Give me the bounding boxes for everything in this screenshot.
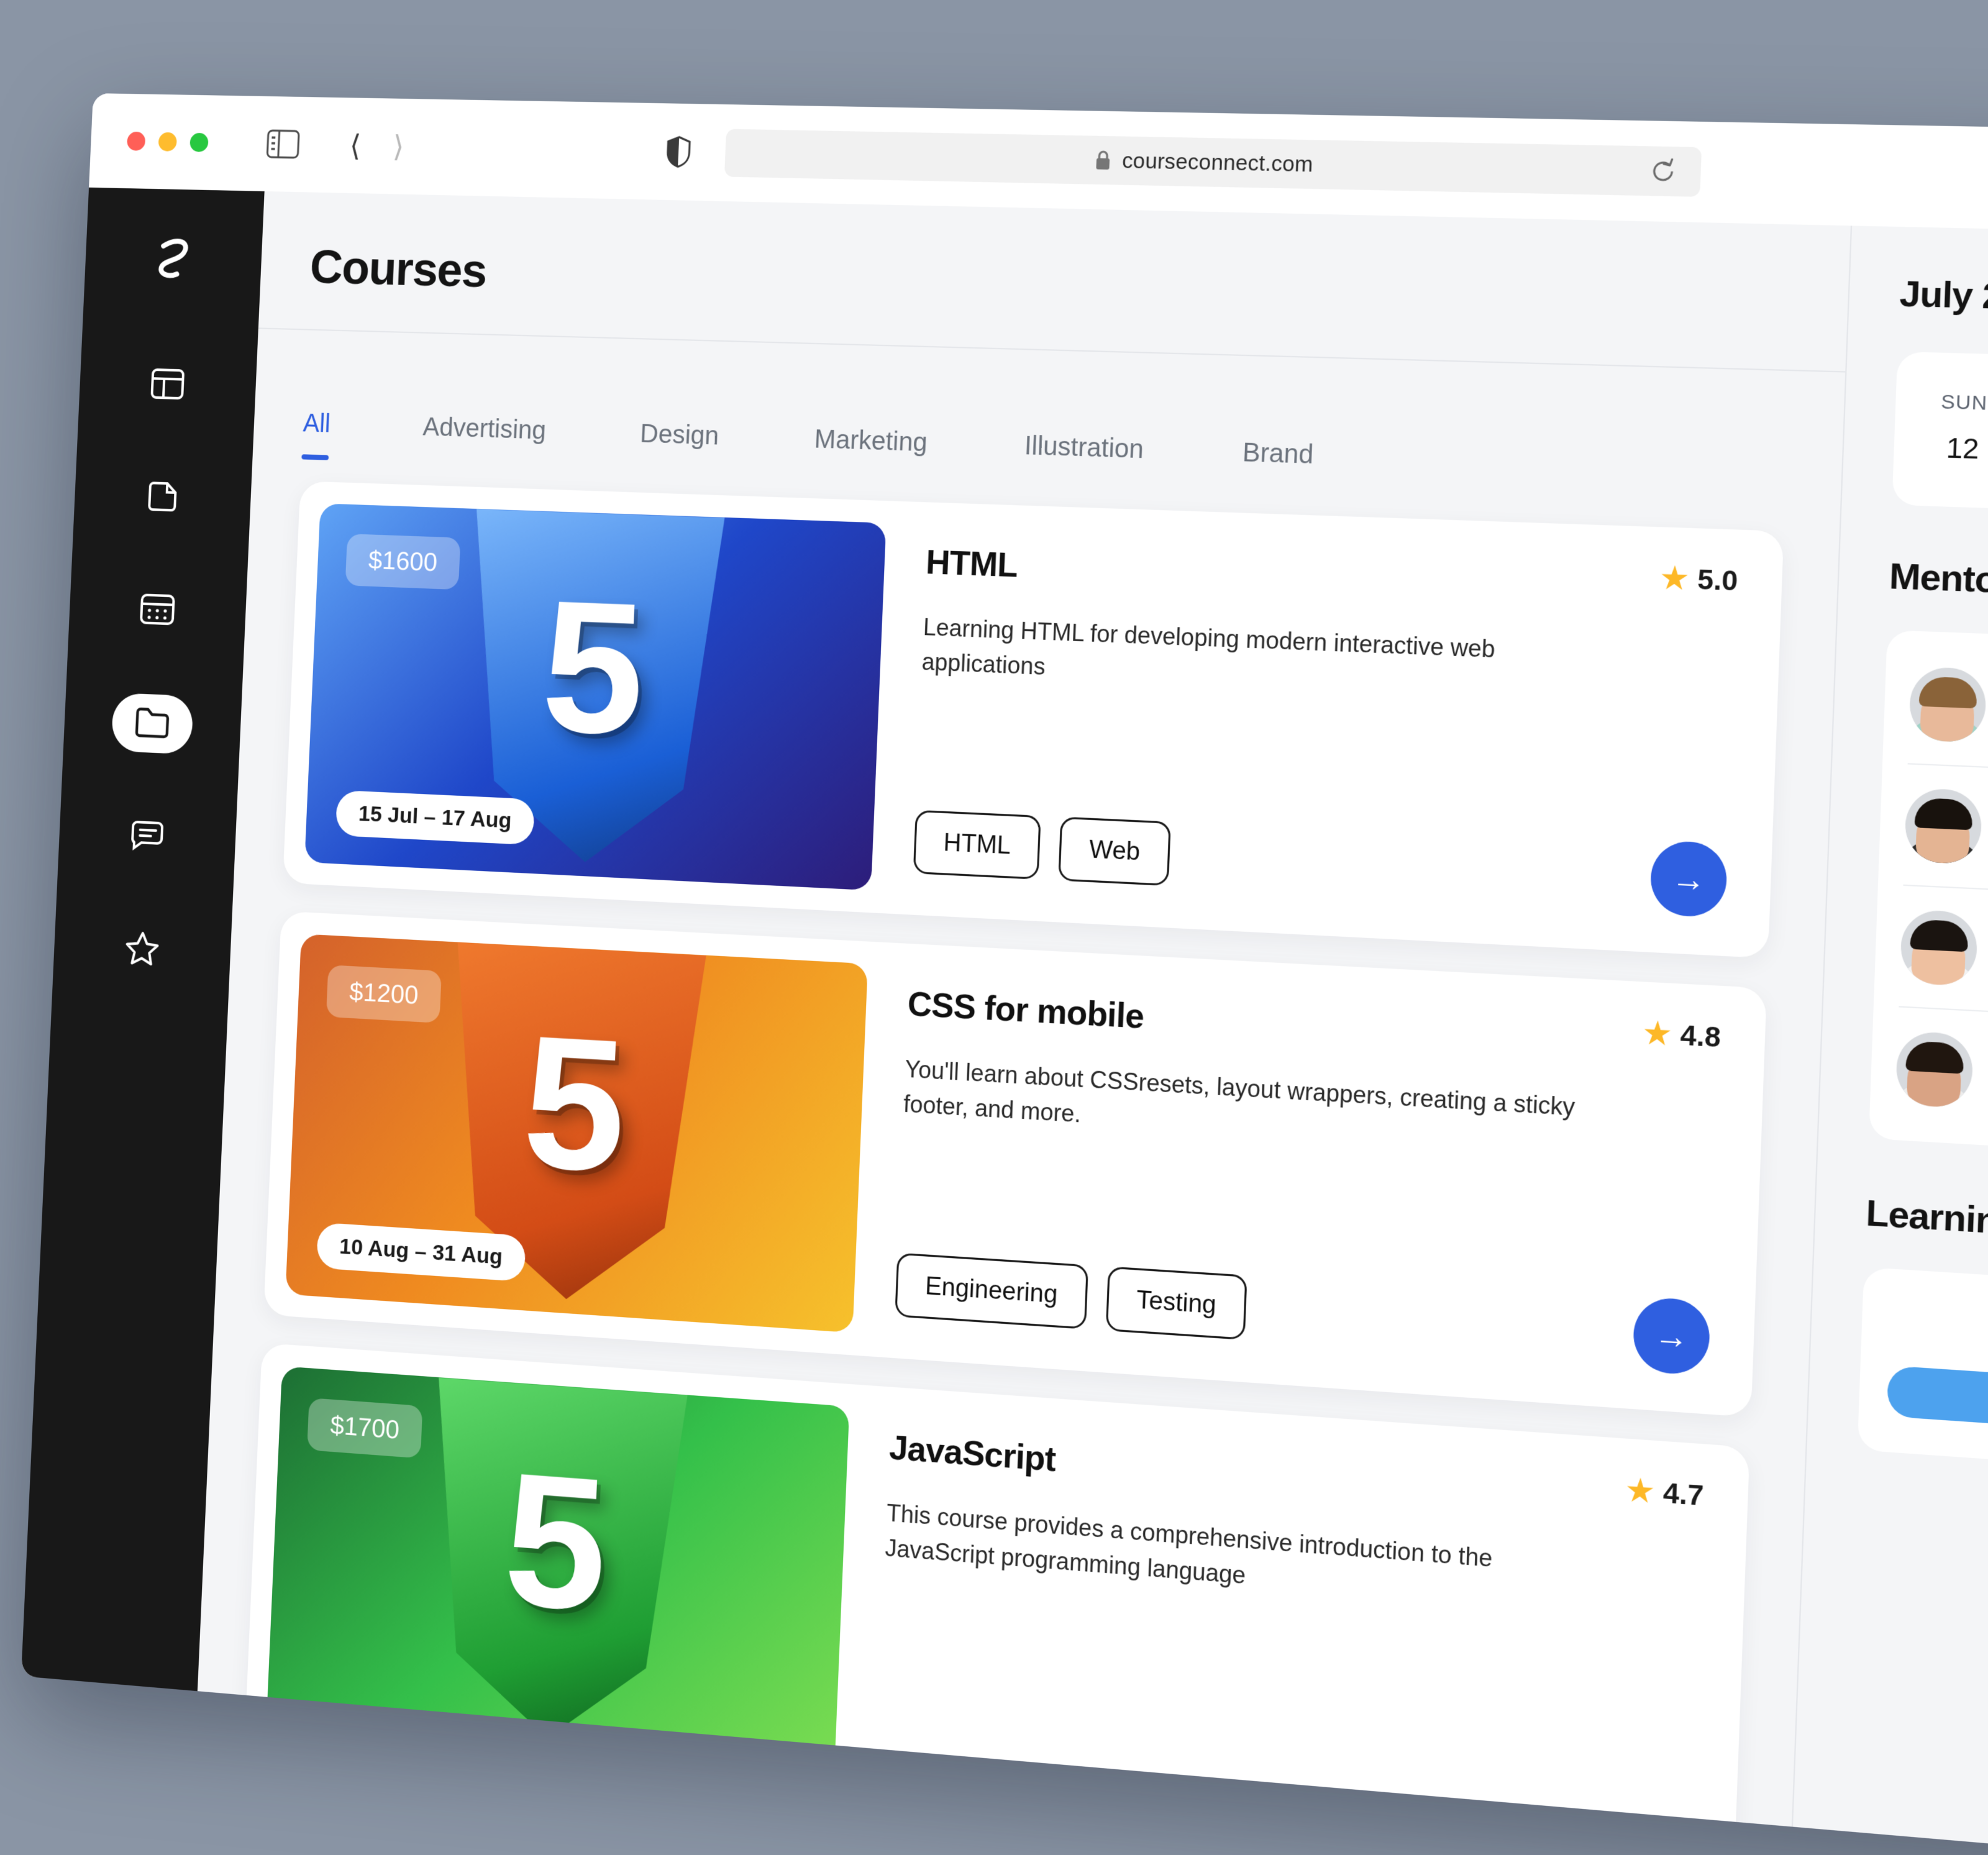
chat-bubble-icon xyxy=(129,818,165,855)
date-badge: 15 Jul – 17 Aug xyxy=(335,790,536,845)
learning-path-title: Learning P xyxy=(1865,1192,1988,1259)
rating: ★ 4.8 xyxy=(1643,1017,1721,1054)
tab-design[interactable]: Design xyxy=(639,419,719,473)
mentor-item[interactable]: Jo UI/ xyxy=(1908,643,1988,785)
traffic-lights xyxy=(127,132,209,152)
calendar-day-number: 12 xyxy=(1917,431,1988,467)
course-thumbnail: 5 $1700 xyxy=(266,1366,849,1777)
course-card[interactable]: 5 $1600 15 Jul – 17 Aug ★ 5.0 HTML Learn… xyxy=(283,481,1784,958)
course-info: ★ 4.7 JavaScript This course provides a … xyxy=(864,1408,1726,1826)
learning-path-item-name: Python De xyxy=(1890,1305,1988,1367)
minimize-window-button[interactable] xyxy=(158,132,177,152)
course-description: Learning HTML for developing modern inte… xyxy=(921,609,1602,707)
tab-advertising[interactable]: Advertising xyxy=(421,412,547,467)
course-footer: Engineering Testing → xyxy=(895,1249,1711,1376)
course-card[interactable]: 5 $1700 ★ 4.7 JavaScript This course pro… xyxy=(244,1343,1749,1827)
tab-all[interactable]: All xyxy=(301,409,331,460)
arrow-right-icon: → xyxy=(1654,1315,1690,1357)
calendar-day[interactable]: SUN 12 xyxy=(1917,380,1988,481)
folder-icon xyxy=(134,705,171,742)
course-info: ★ 4.8 CSS for mobile You'll learn about … xyxy=(882,965,1743,1392)
rating-value: 4.8 xyxy=(1680,1019,1721,1054)
avatar xyxy=(1900,909,1978,987)
screen: ⟨ ⟩ courseconnect.com xyxy=(0,0,1988,1491)
course-list: 5 $1600 15 Jul – 17 Aug ★ 5.0 HTML Learn… xyxy=(198,458,1840,1827)
sidebar-item-courses[interactable] xyxy=(111,693,194,755)
calendar-day-name: SUN xyxy=(1919,390,1988,416)
sidebar-item-favorites[interactable] xyxy=(101,918,183,981)
calendar-title: July 2024 xyxy=(1899,273,1988,324)
address-bar[interactable]: courseconnect.com xyxy=(724,129,1702,197)
open-course-button[interactable]: → xyxy=(1632,1296,1711,1375)
mentor-item[interactable]: Ev M xyxy=(1894,1008,1988,1156)
arrow-right-icon: → xyxy=(1671,859,1707,900)
layout-dashboard-icon xyxy=(150,367,185,403)
tab-marketing[interactable]: Marketing xyxy=(813,425,928,480)
course-card[interactable]: 5 $1200 10 Aug – 31 Aug ★ 4.8 CSS for mo… xyxy=(263,911,1767,1417)
avatar xyxy=(1908,667,1987,744)
course-footer: HTML Web → xyxy=(913,806,1728,918)
course-description: This course provides a comprehensive int… xyxy=(885,1495,1567,1618)
browser-window: ⟨ ⟩ courseconnect.com xyxy=(21,93,1988,1855)
rating: ★ 5.0 xyxy=(1660,562,1738,598)
sidebar-item-dashboard[interactable] xyxy=(126,355,209,416)
navigation-arrows: ⟨ ⟩ xyxy=(349,131,404,162)
course-glyph: 5 xyxy=(538,558,649,778)
close-window-button[interactable] xyxy=(127,132,146,151)
course-tag[interactable]: Engineering xyxy=(895,1253,1088,1330)
sidebar-item-messages[interactable] xyxy=(106,805,188,867)
reload-icon[interactable] xyxy=(1648,157,1678,186)
document-icon xyxy=(145,478,180,517)
price-badge: $1700 xyxy=(307,1398,423,1459)
sidebar-item-calculator[interactable] xyxy=(116,580,199,642)
back-button[interactable]: ⟨ xyxy=(349,131,362,160)
learning-path-card[interactable]: Python De xyxy=(1858,1267,1988,1488)
star-icon: ★ xyxy=(1661,563,1689,594)
course-description: You'll learn about CSSresets, layout wra… xyxy=(903,1051,1584,1161)
main-content: Courses All Advertising Design Marketing… xyxy=(198,191,1852,1827)
course-thumbnail: 5 $1200 10 Aug – 31 Aug xyxy=(285,934,868,1333)
app-root: Courses All Advertising Design Marketing… xyxy=(21,188,1988,1855)
tab-brand[interactable]: Brand xyxy=(1241,438,1314,493)
rating-value: 4.7 xyxy=(1662,1477,1704,1512)
mentors-list: Jo UI/ Da Te xyxy=(1869,630,1988,1170)
course-title: CSS for mobile xyxy=(907,985,1721,1069)
url-display: courseconnect.com xyxy=(1094,148,1313,177)
price-badge: $1200 xyxy=(326,965,442,1023)
sidebar-toggle-icon[interactable] xyxy=(266,129,300,159)
swoosh-logo-icon[interactable] xyxy=(151,234,196,282)
rating: ★ 4.7 xyxy=(1626,1474,1704,1513)
js-shield-graphic: 5 xyxy=(400,1376,711,1751)
sidebar-item-documents[interactable] xyxy=(121,467,204,528)
course-tag[interactable]: Web xyxy=(1059,817,1171,886)
star-icon: ★ xyxy=(1626,1475,1654,1507)
course-glyph: 5 xyxy=(519,993,630,1215)
calculator-icon xyxy=(139,593,176,629)
price-badge: $1600 xyxy=(345,534,461,590)
forward-button[interactable]: ⟩ xyxy=(392,132,404,162)
zoom-window-button[interactable] xyxy=(189,133,209,152)
avatar xyxy=(1895,1031,1974,1109)
course-thumbnail: 5 $1600 15 Jul – 17 Aug xyxy=(304,503,886,890)
course-glyph: 5 xyxy=(500,1430,611,1655)
url-text: courseconnect.com xyxy=(1121,148,1313,177)
open-course-button[interactable]: → xyxy=(1649,840,1728,918)
course-tag[interactable]: HTML xyxy=(913,810,1042,880)
avatar xyxy=(1904,788,1982,865)
course-tag[interactable]: Testing xyxy=(1105,1267,1247,1341)
calendar-strip: SUN 12 MON 13 TUE 14 xyxy=(1892,352,1988,522)
course-title: HTML xyxy=(925,543,1738,613)
lock-icon xyxy=(1094,150,1112,171)
rating-value: 5.0 xyxy=(1697,563,1738,597)
mentors-title: Mentors xyxy=(1889,555,1988,612)
shield-icon[interactable] xyxy=(665,135,692,168)
course-info: ★ 5.0 HTML Learning HTML for developing … xyxy=(901,524,1760,934)
progress-bar xyxy=(1887,1365,1988,1449)
star-outline-icon xyxy=(124,929,160,970)
star-icon: ★ xyxy=(1643,1018,1671,1049)
tab-illustration[interactable]: Illustration xyxy=(1023,431,1144,487)
